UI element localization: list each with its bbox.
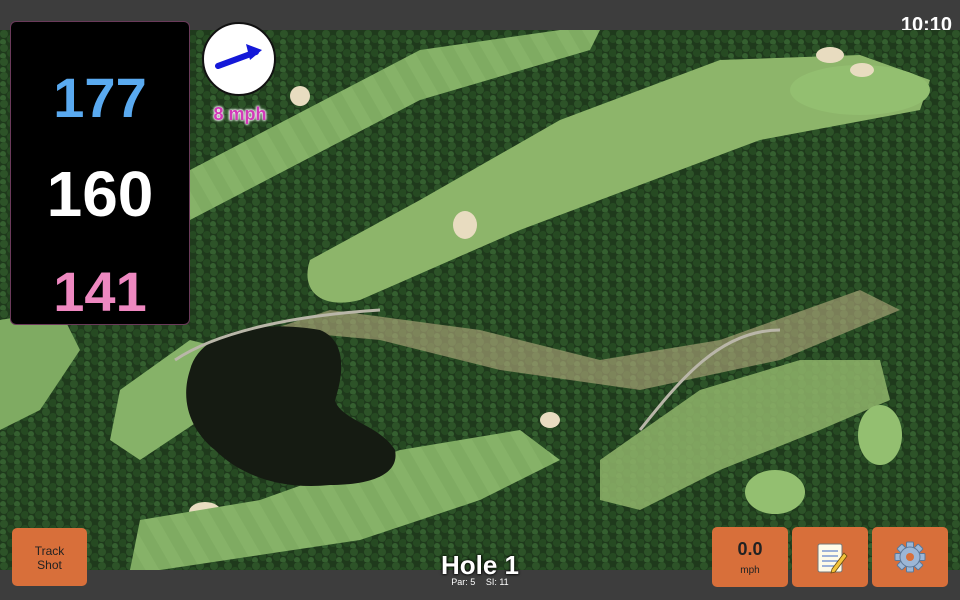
arrow-icon <box>215 44 262 69</box>
track-shot-label-line1: Track <box>34 544 65 558</box>
front-distance: 141 <box>53 260 147 323</box>
notepad-icon <box>817 543 848 574</box>
yardage-panel: 177 160 141 <box>11 22 189 324</box>
wind-speed-button[interactable]: 0.0 mph <box>712 527 788 587</box>
gear-icon <box>894 541 926 573</box>
notes-button[interactable] <box>792 527 868 587</box>
wind-speed-label: 8 mph <box>213 104 267 124</box>
wind-speed-value: 0.0 <box>737 539 763 559</box>
wind-direction-indicator <box>202 22 276 96</box>
settings-button[interactable] <box>872 527 948 587</box>
hole-info: Par: 5 SI: 11 <box>380 577 580 587</box>
wind-speed-unit: mph <box>740 565 760 576</box>
track-shot-button[interactable]: Track Shot <box>12 528 87 586</box>
track-shot-label-line2: Shot <box>37 558 62 572</box>
hole-stroke-index: SI: 11 <box>485 577 509 587</box>
hole-par: Par: 5 <box>451 577 476 587</box>
middle-distance: 160 <box>46 158 154 230</box>
back-distance: 177 <box>53 66 147 129</box>
